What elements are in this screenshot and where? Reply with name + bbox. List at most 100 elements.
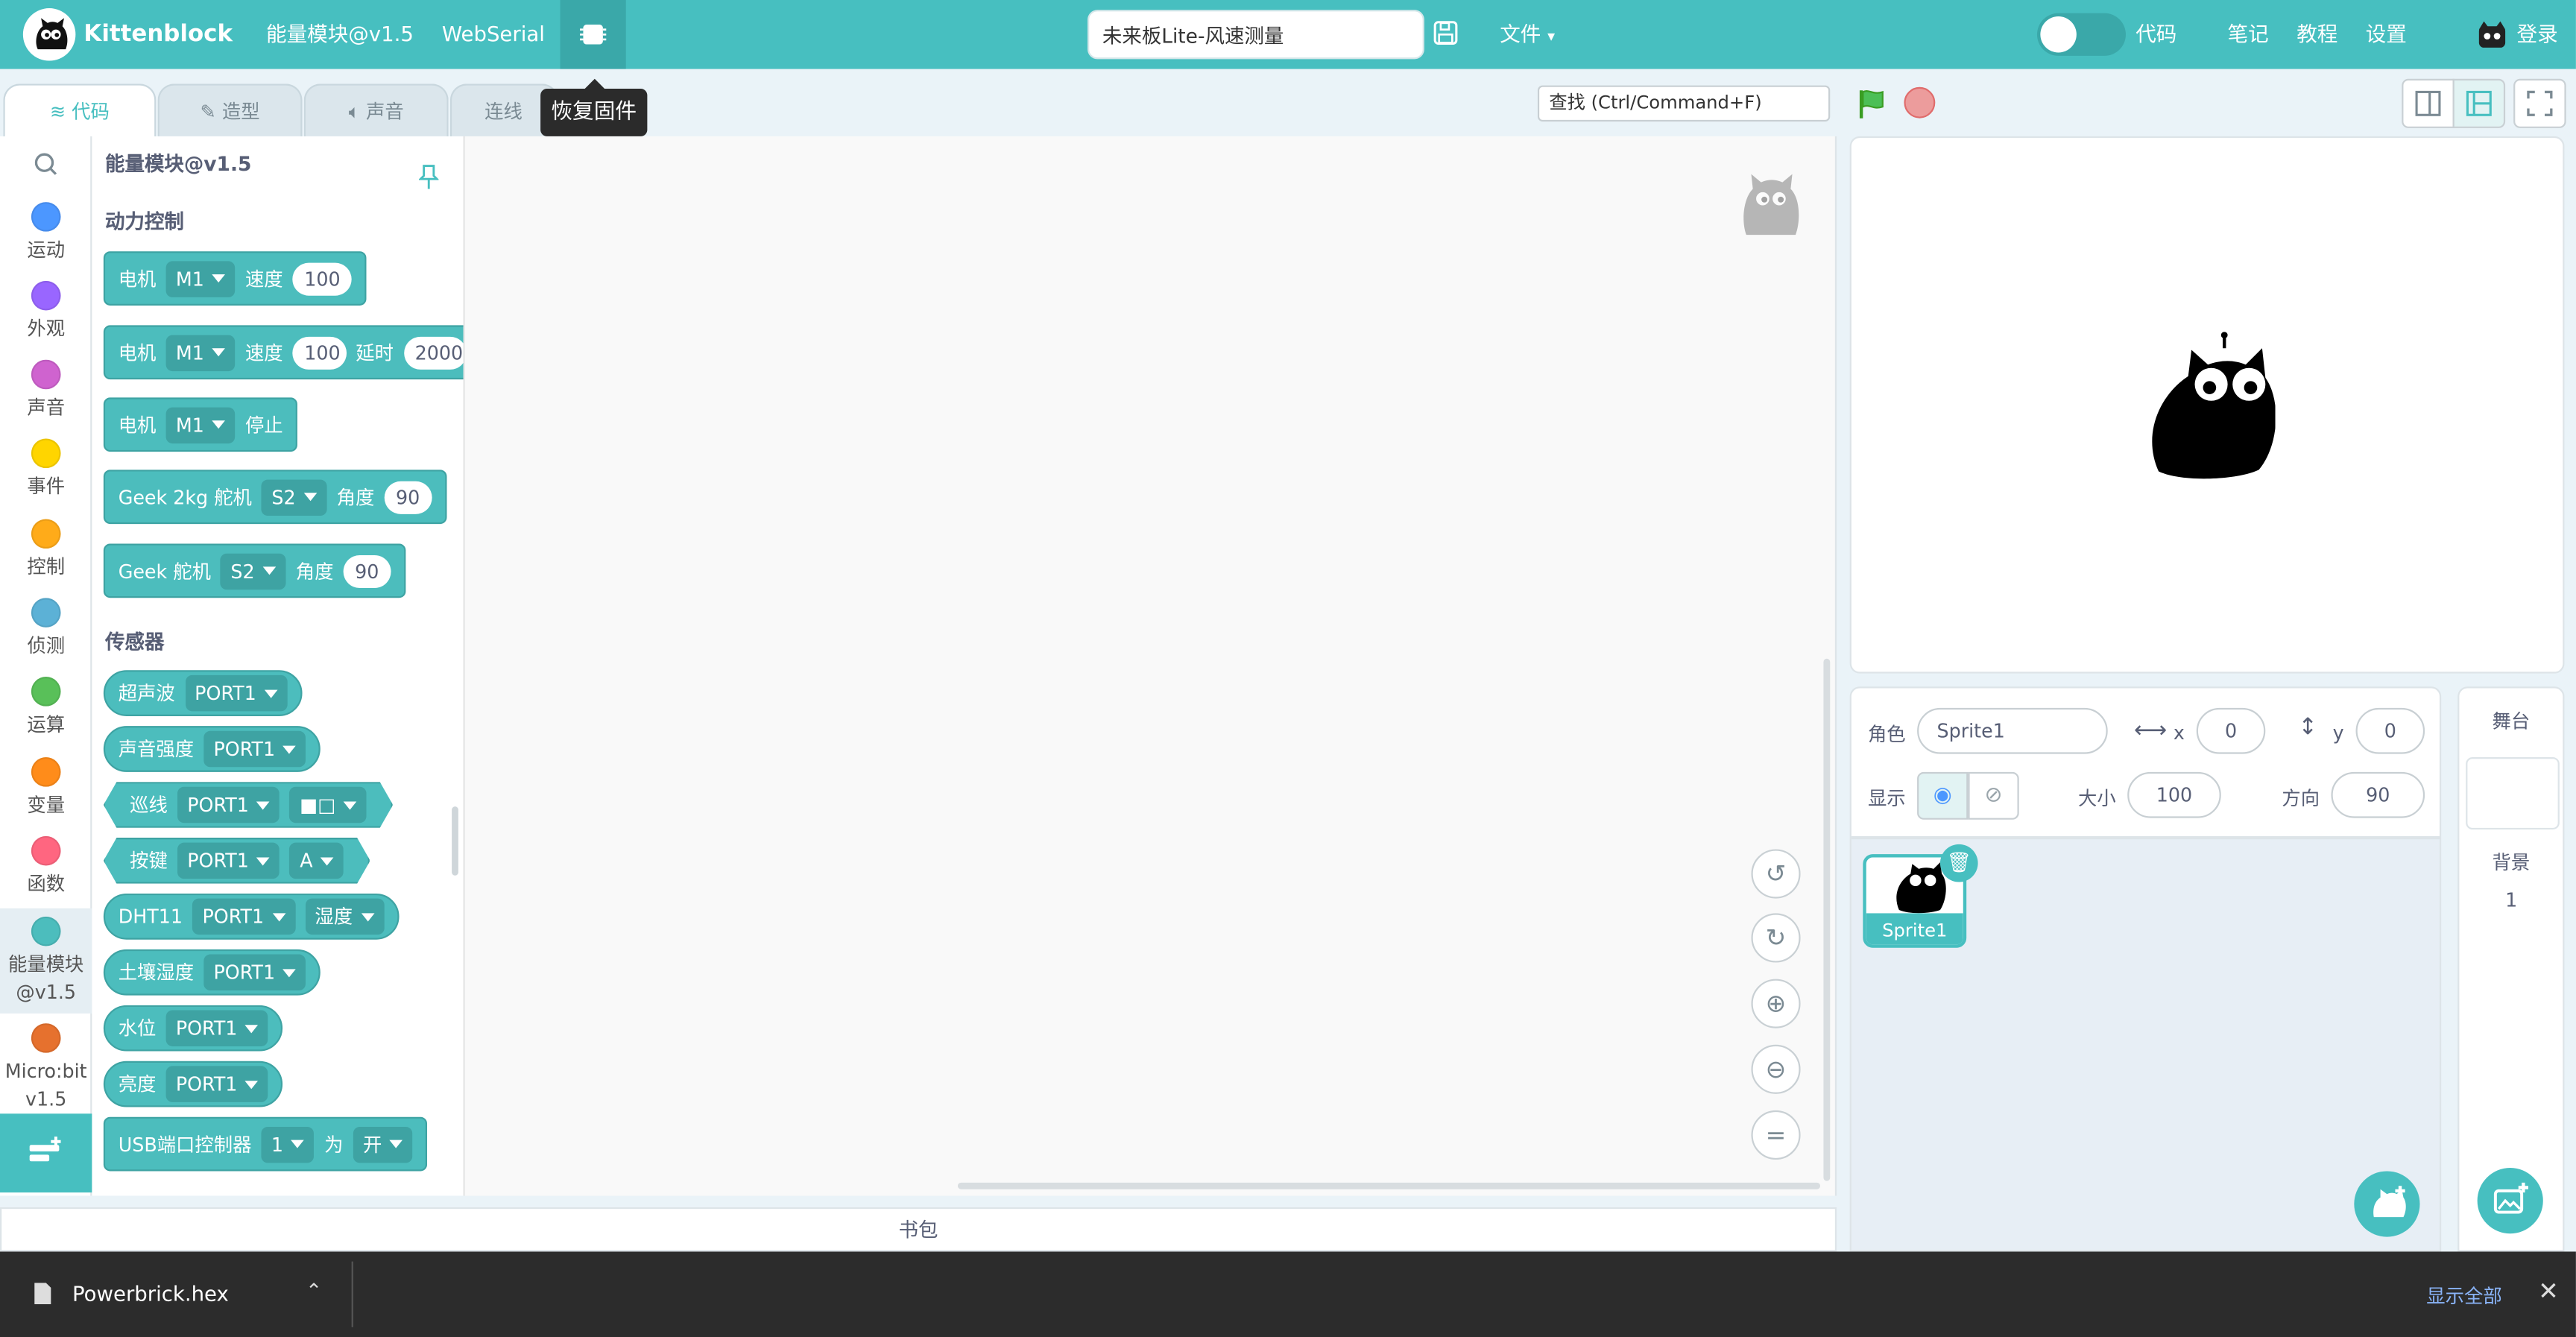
key-dropdown[interactable]: A (290, 843, 344, 879)
motor-speed-block[interactable]: 电机 M1 速度 100 (103, 251, 367, 306)
port-dropdown[interactable]: PORT1 (192, 898, 295, 935)
project-name-input[interactable]: 未来板Lite-风速测量 (1087, 10, 1424, 60)
search-icon[interactable] (33, 151, 59, 184)
angle-input[interactable]: 90 (384, 480, 432, 513)
hide-sprite-button[interactable]: ⊘ (1968, 771, 2019, 820)
notes-menu[interactable]: 笔记 (2228, 0, 2269, 69)
port-dropdown[interactable]: M1 (165, 406, 236, 443)
fullscreen-button[interactable] (2513, 78, 2566, 128)
size-input[interactable]: 100 (2127, 771, 2221, 818)
line-state-dropdown[interactable]: ■□ (290, 787, 367, 823)
add-extension-button[interactable] (0, 1113, 92, 1193)
tab-sounds[interactable]: 🔈︎ 声音 (303, 83, 449, 139)
palette-scrollbar[interactable] (452, 806, 458, 876)
settings-menu[interactable]: 设置 (2366, 0, 2407, 69)
tutorials-menu[interactable]: 教程 (2296, 0, 2337, 69)
x-position-input[interactable]: 0 (2196, 707, 2266, 754)
category-operators[interactable]: 运算 (0, 677, 92, 738)
port-dropdown[interactable]: PORT1 (165, 1010, 269, 1046)
delay-input[interactable]: 2000 (403, 335, 464, 369)
workspace-hscrollbar[interactable] (957, 1182, 1821, 1189)
servo-port-dropdown[interactable]: S2 (262, 478, 327, 515)
port-dropdown[interactable]: PORT1 (203, 730, 307, 768)
category-motion[interactable]: 运动 (0, 202, 92, 263)
motor-speed-delay-block[interactable]: 电机 M1 速度 100 延时 2000 (103, 325, 464, 380)
tab-costumes[interactable]: ✎ 造型 (157, 83, 303, 139)
stop-icon[interactable] (1904, 86, 1936, 118)
chevron-up-icon[interactable]: ⌃ (306, 1280, 322, 1303)
angle-input[interactable]: 90 (343, 554, 391, 587)
device-menu[interactable]: 能量模块@v1.5 (266, 0, 414, 69)
dht-mode-dropdown[interactable]: 湿度 (305, 898, 384, 935)
green-flag-icon[interactable] (1857, 87, 1890, 127)
zoom-reset-button[interactable]: = (1751, 1110, 1801, 1160)
zoom-out-button[interactable]: ⊖ (1751, 1044, 1801, 1094)
speed-input[interactable]: 100 (292, 262, 353, 295)
port-dropdown[interactable]: PORT1 (177, 843, 280, 879)
connection-menu[interactable]: WebSerial (442, 0, 545, 69)
pin-icon[interactable] (417, 164, 440, 197)
geek-2kg-servo-block[interactable]: Geek 2kg 舵机 S2 角度 90 (103, 470, 446, 525)
close-icon[interactable]: ✕ (2538, 1277, 2559, 1306)
stage-panel[interactable]: 舞台 背景 1 (2457, 686, 2565, 1252)
small-stage-button[interactable] (2402, 78, 2455, 128)
category-control[interactable]: 控制 (0, 519, 92, 580)
zoom-in-button[interactable]: ⊕ (1751, 979, 1801, 1028)
sound-level-block[interactable]: 声音强度 PORT1 (103, 726, 321, 772)
workspace-vscrollbar[interactable] (1823, 658, 1831, 1181)
backdrop-thumbnail[interactable] (2466, 757, 2560, 830)
save-icon[interactable] (1433, 19, 1459, 52)
block-search-input[interactable]: 查找 (Ctrl/Command+F) (1537, 85, 1831, 122)
category-events[interactable]: 事件 (0, 438, 92, 499)
port-dropdown[interactable]: PORT1 (177, 787, 280, 823)
sprite-name-input[interactable]: Sprite1 (1917, 707, 2108, 754)
choose-sprite-button[interactable] (2354, 1171, 2420, 1237)
geek-servo-block[interactable]: Geek 舵机 S2 角度 90 (103, 543, 405, 598)
restore-firmware-button[interactable] (560, 0, 626, 69)
dht11-block[interactable]: DHT11 PORT1 湿度 (103, 893, 399, 940)
choose-backdrop-button[interactable] (2477, 1168, 2543, 1234)
port-dropdown[interactable]: M1 (165, 260, 236, 297)
port-dropdown[interactable]: M1 (165, 334, 236, 371)
user-avatar-icon[interactable] (2475, 18, 2508, 57)
servo-port-dropdown[interactable]: S2 (221, 552, 286, 590)
category-functions[interactable]: 函数 (0, 835, 92, 897)
file-menu[interactable]: 文件 ▾ (1500, 0, 1555, 69)
soil-moisture-block[interactable]: 土壤湿度 PORT1 (103, 949, 321, 996)
large-stage-button[interactable] (2452, 78, 2506, 128)
cat-sprite-icon[interactable] (2150, 332, 2276, 490)
category-microbit[interactable]: Micro:bit v1.5 (0, 1023, 92, 1113)
port-dropdown[interactable]: PORT1 (165, 1066, 269, 1102)
brightness-block[interactable]: 亮度 PORT1 (103, 1061, 284, 1107)
speed-input[interactable]: 100 (292, 335, 347, 369)
y-position-input[interactable]: 0 (2355, 707, 2425, 754)
stage-canvas[interactable] (1849, 136, 2565, 674)
category-variables[interactable]: 变量 (0, 757, 92, 818)
water-level-block[interactable]: 水位 PORT1 (103, 1005, 284, 1052)
tab-code[interactable]: ≋ 代码 (3, 83, 157, 139)
on-off-dropdown[interactable]: 开 (353, 1125, 414, 1163)
code-workspace[interactable] (464, 136, 1837, 1196)
login-button[interactable]: 登录 (2517, 0, 2558, 69)
delete-sprite-button[interactable]: 🗑︎ (1939, 844, 1978, 882)
category-powerbrick[interactable]: 能量模块@v1.5 (0, 908, 92, 1014)
show-all-downloads-link[interactable]: 显示全部 (2426, 1283, 2501, 1309)
undo-button[interactable]: ↺ (1751, 849, 1801, 899)
ultrasonic-block[interactable]: 超声波 PORT1 (103, 670, 303, 716)
downloaded-file-name[interactable]: Powerbrick.hex (72, 1281, 229, 1306)
direction-input[interactable]: 90 (2331, 771, 2425, 818)
port-dropdown[interactable]: PORT1 (184, 674, 288, 712)
category-sound[interactable]: 声音 (0, 359, 92, 421)
category-looks[interactable]: 外观 (0, 280, 92, 342)
category-sensing[interactable]: 侦测 (0, 598, 92, 659)
redo-button[interactable]: ↻ (1751, 913, 1801, 963)
kittenblock-logo-icon[interactable] (22, 8, 76, 61)
code-mode-toggle[interactable] (2036, 13, 2126, 56)
backpack-bar[interactable]: 书包 (0, 1207, 1837, 1252)
port-dropdown[interactable]: PORT1 (203, 954, 307, 991)
line-follow-block[interactable]: 巡线 PORT1 ■□ (104, 782, 393, 828)
usb-port-controller-block[interactable]: USB端口控制器 1 为开 (103, 1116, 429, 1172)
show-sprite-button[interactable]: ◉ (1917, 771, 1969, 820)
button-block[interactable]: 按键 PORT1 A (104, 838, 370, 884)
port-dropdown[interactable]: 1 (261, 1125, 315, 1163)
